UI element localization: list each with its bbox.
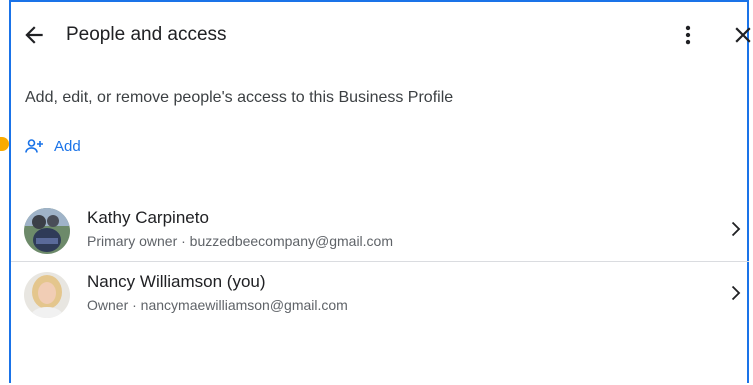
people-and-access-panel: People and access Add, edit, or remove p… — [9, 0, 751, 383]
close-button[interactable] — [730, 22, 753, 48]
person-role-email: Owner · nancymaewilliamson@gmail.com — [87, 297, 348, 313]
page-title: People and access — [66, 24, 227, 45]
person-role-email: Primary owner · buzzedbeecompany@gmail.c… — [87, 233, 393, 249]
people-list: Kathy Carpineto Primary owner · buzzedbe… — [11, 198, 749, 325]
highlight-marker — [0, 137, 9, 151]
add-person-button[interactable]: Add — [25, 135, 81, 157]
person-name: Kathy Carpineto — [87, 208, 209, 227]
add-button-label: Add — [54, 137, 81, 155]
arrow-back-icon — [25, 26, 43, 44]
avatar — [24, 272, 70, 318]
panel-header: People and access — [11, 2, 751, 68]
description-text: Add, edit, or remove people's access to … — [25, 89, 454, 106]
chevron-right-icon — [731, 285, 741, 301]
back-button[interactable] — [21, 22, 47, 48]
close-icon — [735, 27, 751, 43]
chevron-right-icon — [731, 221, 741, 237]
person-row[interactable]: Kathy Carpineto Primary owner · buzzedbe… — [11, 198, 749, 261]
person-name: Nancy Williamson (you) — [87, 272, 266, 291]
person-add-icon — [25, 139, 43, 153]
more-options-button[interactable] — [675, 22, 701, 48]
more-vert-icon — [685, 25, 691, 45]
avatar — [24, 208, 70, 254]
person-row[interactable]: Nancy Williamson (you) Owner · nancymaew… — [11, 261, 749, 325]
